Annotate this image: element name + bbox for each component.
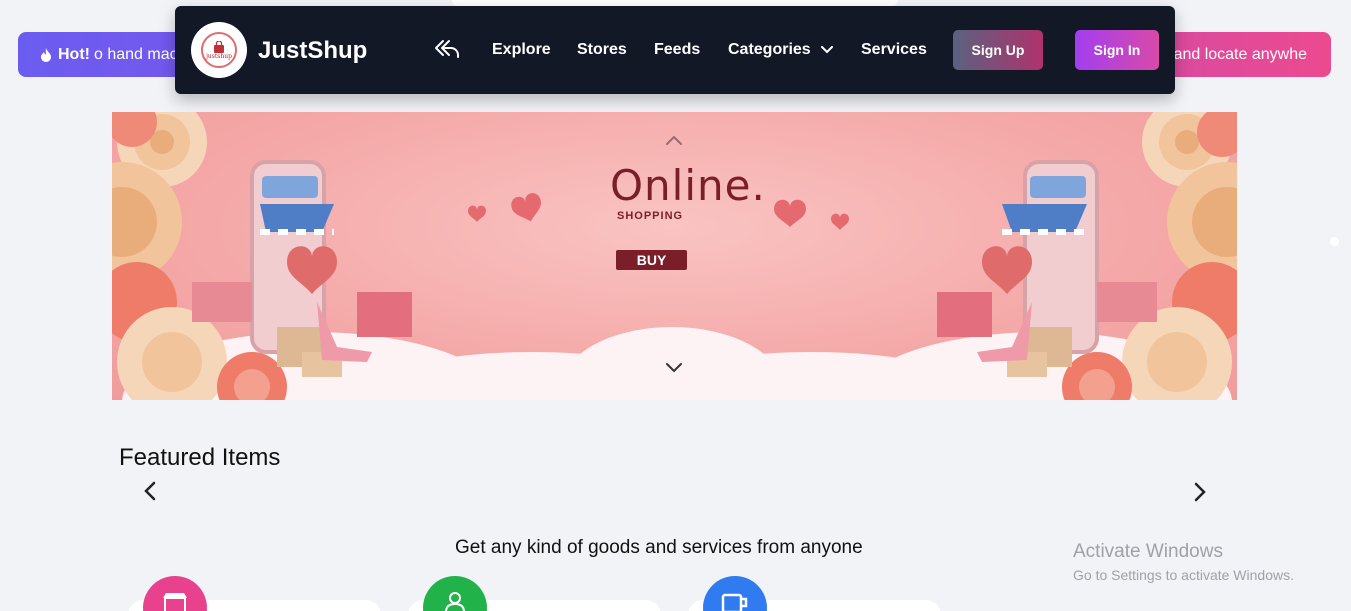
nav-feeds[interactable]: Feeds bbox=[654, 41, 700, 59]
logo[interactable]: justshup bbox=[191, 22, 247, 78]
banner-subtitle: SHOPPING bbox=[617, 210, 684, 222]
hot-label: Hot! bbox=[58, 45, 90, 63]
logo-text: justshup bbox=[206, 52, 232, 60]
nav-services[interactable]: Services bbox=[861, 41, 927, 59]
nav-categories-label: Categories bbox=[728, 41, 811, 58]
brand-name[interactable]: JustShup bbox=[258, 37, 367, 65]
hero-banner[interactable]: Online. SHOPPING BUY bbox=[112, 112, 1237, 400]
hot-badge: Hot! bbox=[18, 46, 90, 64]
chevron-up-icon[interactable] bbox=[665, 134, 683, 146]
windows-activation-watermark: Activate Windows Go to Settings to activ… bbox=[1073, 541, 1294, 583]
cup-icon bbox=[703, 576, 767, 611]
logo-bag-icon bbox=[214, 40, 224, 53]
buy-button[interactable]: BUY bbox=[616, 250, 687, 270]
watermark-title: Activate Windows bbox=[1073, 541, 1223, 562]
services-tagline: Get any kind of goods and services from … bbox=[455, 537, 863, 558]
marquee-text-left: o hand mac bbox=[93, 45, 178, 63]
scroll-indicator bbox=[1330, 237, 1339, 246]
nav-explore[interactable]: Explore bbox=[492, 41, 551, 59]
nav-categories[interactable]: Categories bbox=[728, 41, 834, 59]
banner-title: Online. bbox=[610, 161, 766, 210]
store-icon bbox=[143, 576, 207, 611]
chevron-right-icon[interactable] bbox=[1190, 481, 1210, 503]
user-icon bbox=[423, 576, 487, 611]
chevron-down-icon bbox=[821, 45, 834, 54]
main-navbar: justshup JustShup Explore Stores Feeds C… bbox=[175, 6, 1175, 94]
marquee-text-right: and locate anywhe bbox=[1173, 45, 1307, 63]
logo-emblem: justshup bbox=[201, 32, 237, 68]
sign-in-button[interactable]: Sign In bbox=[1075, 30, 1159, 70]
watermark-subtitle: Go to Settings to activate Windows. bbox=[1073, 567, 1294, 583]
nav-stores[interactable]: Stores bbox=[577, 41, 627, 59]
reply-all-icon[interactable] bbox=[433, 38, 461, 60]
sign-up-button[interactable]: Sign Up bbox=[953, 30, 1043, 70]
featured-heading: Featured Items bbox=[119, 444, 281, 471]
chevron-left-icon[interactable] bbox=[140, 480, 160, 502]
chevron-down-icon[interactable] bbox=[665, 362, 683, 374]
flame-icon bbox=[41, 47, 51, 62]
